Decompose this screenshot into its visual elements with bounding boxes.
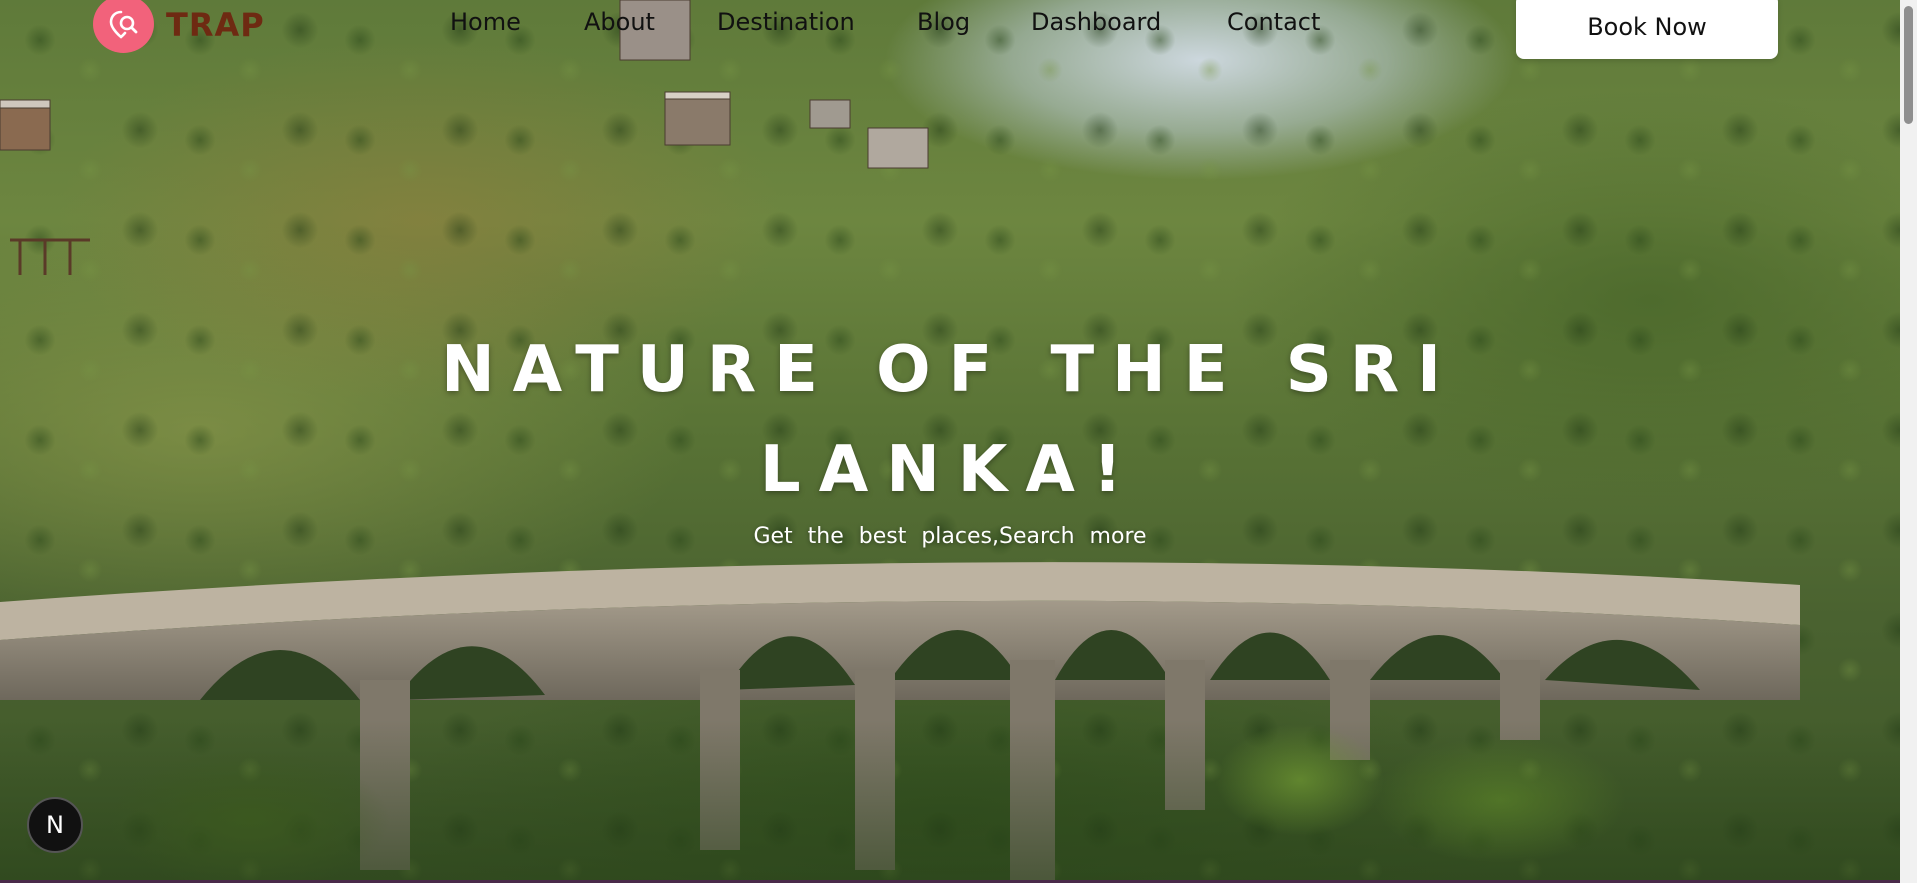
scrollbar-thumb[interactable]	[1904, 6, 1913, 124]
top-navigation: TRAP Home About Destination Blog Dashboa…	[0, 0, 1900, 60]
page: TRAP Home About Destination Blog Dashboa…	[0, 0, 1917, 883]
nextjs-icon[interactable]: N	[27, 797, 83, 853]
nav-link-blog[interactable]: Blog	[917, 8, 970, 36]
book-now-button[interactable]: Book Now	[1516, 0, 1778, 59]
nav-link-destination[interactable]: Destination	[717, 8, 855, 36]
nav-link-about[interactable]: About	[584, 8, 655, 36]
location-search-icon	[93, 0, 154, 53]
nav-link-dashboard[interactable]: Dashboard	[1031, 8, 1161, 36]
brand[interactable]: TRAP	[93, 0, 265, 56]
vertical-scrollbar[interactable]	[1900, 0, 1917, 883]
nav-link-home[interactable]: Home	[450, 8, 521, 36]
hero-title: NATURE OF THE SRI LANKA!	[441, 333, 1459, 507]
hero-text: NATURE OF THE SRI LANKA! Get the best pl…	[420, 320, 1480, 549]
foreground-palms	[0, 720, 1917, 883]
hero-subtitle: Get the best places,Search more	[753, 524, 1147, 549]
nav-link-contact[interactable]: Contact	[1227, 8, 1320, 36]
brand-name: TRAP	[166, 6, 265, 44]
